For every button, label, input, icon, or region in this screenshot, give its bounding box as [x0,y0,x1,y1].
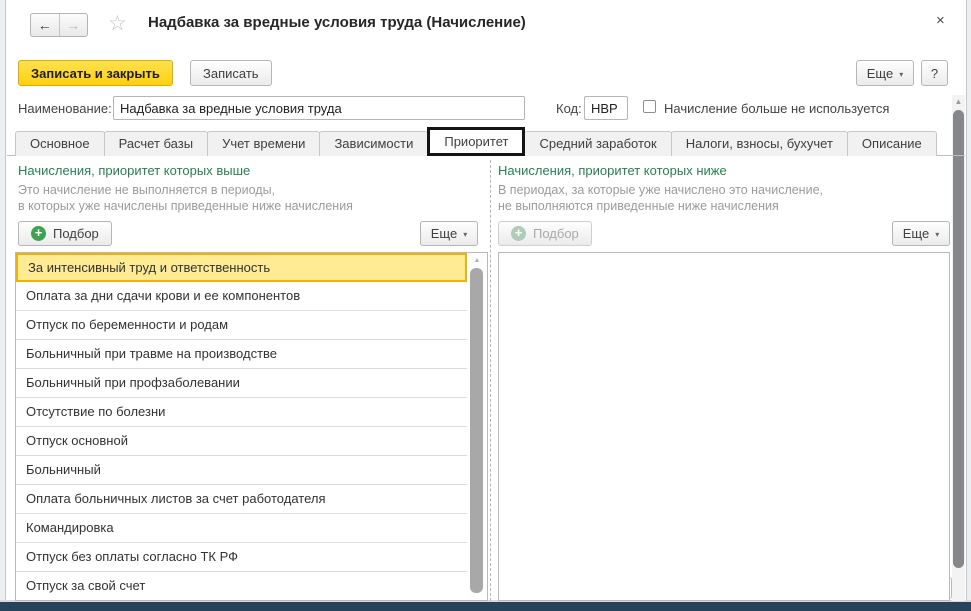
save-and-close-button[interactable]: Записать и закрыть [18,60,173,86]
list-item[interactable]: Оплата больничных листов за счет работод… [16,485,467,514]
pick-button-label: Подбор [53,226,99,241]
chevron-down-icon: ▾ [899,70,903,79]
lower-priority-list [498,252,950,601]
help-button[interactable]: ? [921,60,948,86]
not-used-checkbox-label: Начисление больше не используется [664,101,889,116]
list-item[interactable]: Отсутствие по болезни [16,398,467,427]
tab[interactable]: Налоги, взносы, бухучет [671,131,848,156]
not-used-checkbox[interactable] [643,100,656,113]
list-item[interactable]: Отпуск без оплаты согласно ТК РФ [16,543,467,572]
scroll-up-icon[interactable]: ▲ [468,257,486,264]
list-item[interactable]: За интенсивный труд и ответственность [16,253,467,282]
tab[interactable]: Расчет базы [104,131,209,156]
higher-priority-rows: За интенсивный труд и ответственностьОпл… [16,253,467,600]
plus-icon: + [31,226,46,241]
name-field-label: Наименование: [18,101,112,116]
code-field-label: Код: [556,101,582,116]
forward-button[interactable]: → [60,14,88,36]
panel-splitter[interactable] [490,160,491,601]
chevron-down-icon: ▾ [935,230,939,239]
page-title: Надбавка за вредные условия труда (Начис… [148,14,526,31]
pick-button-label: Подбор [533,226,579,241]
higher-priority-header: Начисления, приоритет которых выше [18,163,250,178]
list-item[interactable]: Отпуск по беременности и родам [16,311,467,340]
more-button-top[interactable]: Еще ▾ [856,60,914,86]
chevron-down-icon: ▾ [463,230,467,239]
lower-priority-description: В периодах, за которые уже начислено это… [498,182,823,214]
more-button-label: Еще [867,66,893,81]
close-icon[interactable]: × [936,12,945,29]
tab[interactable]: Приоритет [427,127,525,156]
list-scrollbar[interactable]: ▲ [468,254,486,599]
list-item[interactable]: Больничный при травме на производстве [16,340,467,369]
tab[interactable]: Основное [15,131,105,156]
more-button-left[interactable]: Еще ▾ [420,221,478,246]
window-left-border [0,0,6,611]
list-item[interactable]: Отпуск за свой счет [16,572,467,600]
plus-icon: + [511,226,526,241]
tab[interactable]: Средний заработок [524,131,671,156]
form-vertical-scrollbar[interactable]: ▲ [952,95,965,601]
scrollbar-thumb[interactable] [470,268,483,593]
tab[interactable]: Описание [847,131,937,156]
code-input[interactable] [584,96,628,120]
higher-priority-list: За интенсивный труд и ответственностьОпл… [15,252,488,601]
scrollbar-thumb[interactable] [953,110,964,568]
history-nav-group: ← → [30,13,88,37]
window-bottom-bar [0,602,971,611]
list-item[interactable]: Отпуск основной [16,427,467,456]
accrual-form-window: ▲ ▼ ← → ☆ Надбавка за вредные условия тр… [0,0,971,611]
list-item[interactable]: Командировка [16,514,467,543]
more-button-label: Еще [431,226,457,241]
list-item[interactable]: Больничный [16,456,467,485]
more-button-label: Еще [903,226,929,241]
save-button[interactable]: Записать [190,60,272,86]
back-button[interactable]: ← [31,14,60,36]
name-input[interactable] [113,96,525,120]
lower-priority-header: Начисления, приоритет которых ниже [498,163,727,178]
window-right-border [966,0,971,611]
pick-button-right: + Подбор [498,221,592,246]
favorite-star-icon[interactable]: ☆ [108,11,127,36]
pick-button-left[interactable]: + Подбор [18,221,112,246]
list-item[interactable]: Больничный при профзаболевании [16,369,467,398]
higher-priority-description: Это начисление не выполняется в периоды,… [18,182,353,214]
tab[interactable]: Зависимости [319,131,428,156]
list-item[interactable]: Оплата за дни сдачи крови и ее компонент… [16,282,467,311]
more-button-right[interactable]: Еще ▾ [892,221,950,246]
tab[interactable]: Учет времени [207,131,320,156]
scroll-up-icon[interactable]: ▲ [952,97,965,106]
tab-bar: ОсновноеРасчет базыУчет времениЗависимос… [15,130,936,156]
